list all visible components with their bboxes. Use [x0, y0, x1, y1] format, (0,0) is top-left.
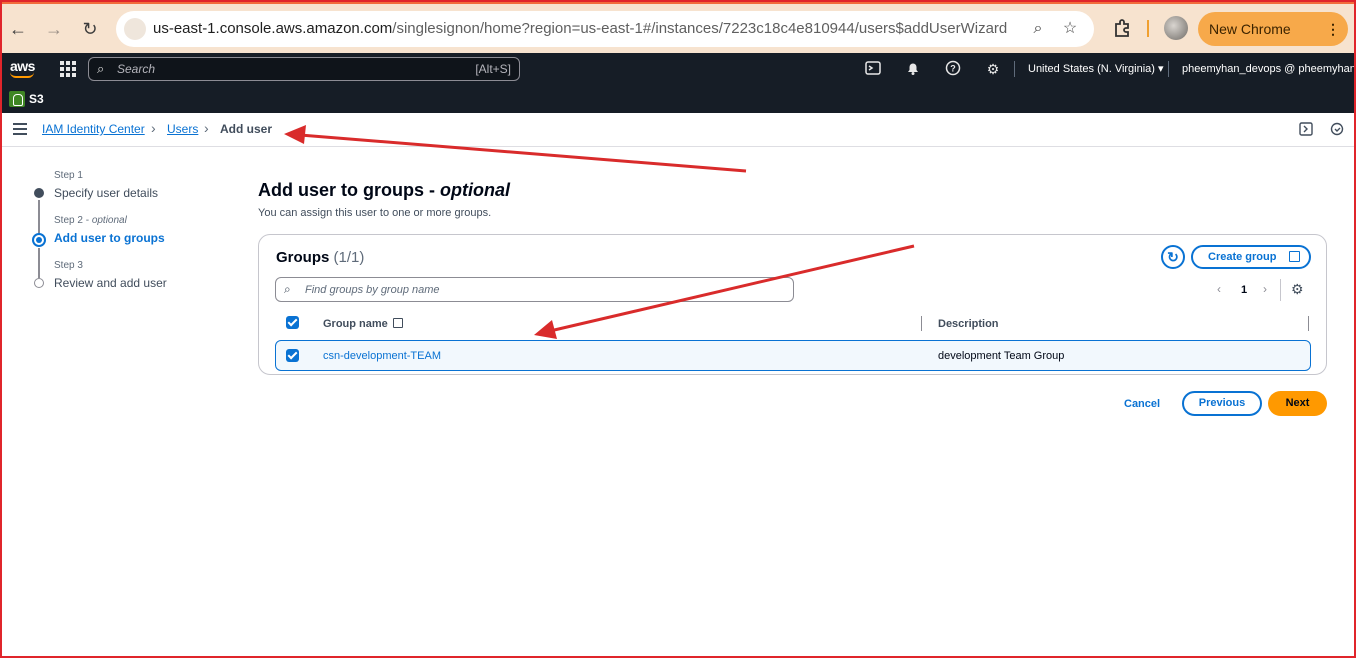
step-2-active-dot — [32, 233, 46, 247]
url-path: /singlesignon/home?region=us-east-1#/ins… — [392, 20, 1008, 37]
aws-logo-smile — [10, 72, 34, 78]
external-link-icon — [393, 318, 403, 328]
table-row[interactable]: csn-development-TEAM development Team Gr… — [275, 340, 1311, 371]
url-host: us-east-1.console.aws.amazon.com — [153, 20, 393, 37]
groups-search-placeholder: Find groups by group name — [305, 284, 440, 296]
more-menu-icon[interactable]: ⋮ — [1326, 12, 1340, 46]
s3-shortcut-label[interactable]: S3 — [29, 92, 44, 106]
reload-icon[interactable]: ↻ — [78, 17, 102, 41]
cancel-button[interactable]: Cancel — [1124, 398, 1160, 410]
refresh-button[interactable]: ↻ — [1161, 245, 1185, 269]
step-3-pending-dot — [34, 278, 44, 288]
forward-icon[interactable]: → — [42, 17, 66, 41]
search-icon: ⌕ — [97, 61, 105, 76]
next-button[interactable]: Next — [1268, 391, 1327, 416]
breadcrumb-bar: IAM Identity Center › Users › Add user — [0, 113, 1356, 147]
step-1-title[interactable]: Specify user details — [54, 186, 158, 200]
groups-search-input[interactable]: ⌕ Find groups by group name — [275, 277, 794, 302]
step-connector — [38, 248, 40, 278]
bookmark-star-icon[interactable]: ☆ — [1060, 19, 1080, 39]
service-favorites-bar: S3 — [0, 85, 1356, 113]
step-3-label: Step 3 — [54, 260, 83, 271]
nav-divider — [1014, 61, 1015, 77]
pagination-next-icon[interactable]: › — [1263, 282, 1267, 296]
profile-avatar[interactable] — [1164, 16, 1188, 40]
group-name-link[interactable]: csn-development-TEAM — [323, 350, 441, 362]
s3-service-icon[interactable] — [9, 91, 25, 107]
groups-table-panel: Groups (1/1) ↻ Create group ⌕ Find group… — [258, 234, 1327, 375]
search-shortcut-hint: [Alt+S] — [475, 62, 511, 76]
notifications-bell-icon[interactable] — [904, 60, 922, 78]
browser-top-accent — [0, 0, 1356, 4]
column-header-description: Description — [938, 318, 999, 330]
select-all-checkbox[interactable] — [286, 316, 299, 329]
region-selector[interactable]: United States (N. Virginia) ▾ — [1028, 62, 1164, 75]
search-icon: ⌕ — [284, 282, 291, 296]
create-group-label: Create group — [1208, 251, 1277, 263]
services-grid-icon[interactable] — [60, 61, 76, 77]
row-checkbox[interactable] — [286, 349, 299, 362]
group-description: development Team Group — [938, 350, 1065, 362]
account-menu[interactable]: pheemyhan_devops @ pheemyhan ▾ — [1182, 62, 1356, 75]
extensions-icon[interactable] — [1112, 18, 1132, 38]
site-settings-icon[interactable] — [124, 18, 146, 40]
page-subtitle: You can assign this user to one or more … — [258, 207, 492, 219]
create-group-button[interactable]: Create group — [1191, 245, 1311, 269]
zoom-icon[interactable]: ⌕ — [1028, 19, 1048, 39]
previous-button[interactable]: Previous — [1182, 391, 1262, 416]
column-resizer[interactable] — [1308, 316, 1309, 331]
step-3-title: Review and add user — [54, 276, 167, 290]
step-2-label: Step 2 - optional — [54, 215, 127, 226]
address-bar[interactable]: us-east-1.console.aws.amazon.com/singles… — [116, 11, 1094, 47]
refresh-icon: ↻ — [1167, 249, 1179, 265]
help-icon[interactable]: ? — [944, 60, 962, 78]
search-placeholder: Search — [117, 62, 156, 76]
side-navigation-menu-icon[interactable] — [13, 123, 27, 135]
settings-gear-icon[interactable]: ⚙ — [984, 60, 1002, 78]
feedback-icon[interactable] — [1330, 122, 1344, 136]
pagination-divider — [1280, 279, 1281, 301]
svg-text:?: ? — [950, 64, 956, 74]
step-2-title: Add user to groups — [54, 231, 165, 245]
column-header-group-name[interactable]: Group name — [323, 318, 388, 330]
column-resizer[interactable] — [921, 316, 922, 331]
nav-divider — [1168, 61, 1169, 77]
groups-heading: Groups (1/1) — [276, 249, 365, 266]
pagination-previous-icon[interactable]: ‹ — [1217, 282, 1221, 296]
step-1-completed-dot — [34, 188, 44, 198]
breadcrumb-users[interactable]: Users — [167, 122, 198, 136]
breadcrumb-iam-identity-center[interactable]: IAM Identity Center — [42, 122, 145, 136]
toolbar-divider — [1147, 20, 1149, 37]
url-text[interactable]: us-east-1.console.aws.amazon.com/singles… — [153, 20, 1007, 37]
breadcrumb-add-user: Add user — [220, 122, 273, 136]
chevron-right-icon: › — [151, 120, 156, 136]
browser-toolbar: ← → ↻ us-east-1.console.aws.amazon.com/s… — [0, 0, 1356, 71]
new-chrome-available-button[interactable]: New Chrome available⋮ — [1198, 12, 1348, 71]
back-icon[interactable]: ← — [6, 17, 30, 41]
console-search-input[interactable]: ⌕ Search [Alt+S] — [88, 57, 520, 81]
page-title: Add user to groups - optional — [258, 180, 510, 200]
aws-logo[interactable]: aws — [10, 58, 35, 78]
step-connector — [38, 200, 40, 234]
pagination-page-number[interactable]: 1 — [1241, 284, 1247, 296]
table-preferences-gear-icon[interactable]: ⚙ — [1291, 281, 1304, 298]
external-link-icon — [1289, 251, 1300, 262]
aws-top-navigation: aws ⌕ Search [Alt+S] ? ⚙ United States (… — [0, 53, 1356, 85]
info-panel-icon[interactable] — [1299, 122, 1313, 136]
step-1-label: Step 1 — [54, 170, 83, 181]
groups-count: (1/1) — [333, 249, 365, 266]
cloudshell-icon[interactable] — [864, 60, 882, 78]
chevron-right-icon: › — [204, 120, 209, 136]
